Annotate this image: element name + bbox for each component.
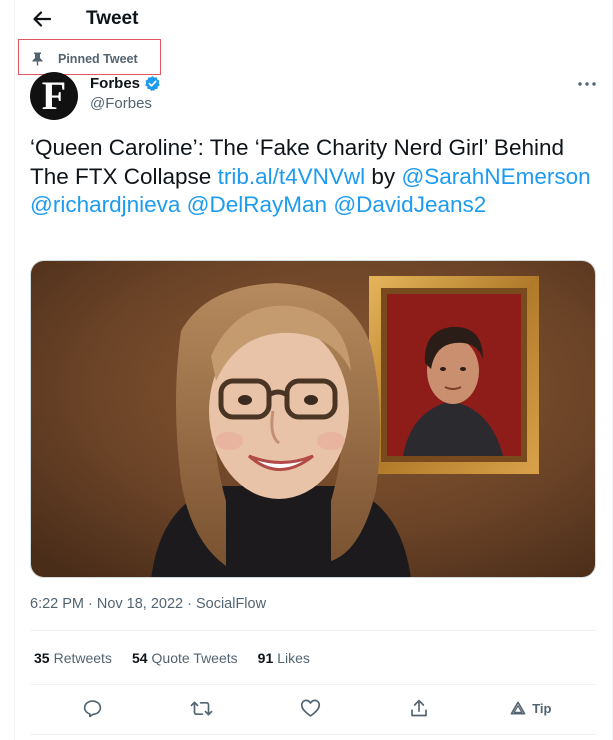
retweets-count: 35 bbox=[34, 650, 50, 666]
like-button[interactable] bbox=[292, 692, 328, 724]
author-info: Forbes @Forbes bbox=[90, 75, 161, 112]
tweet-actions-bar: Tip bbox=[30, 692, 596, 724]
reply-icon bbox=[83, 699, 102, 717]
mention-link[interactable]: @DavidJeans2 bbox=[333, 192, 486, 217]
divider bbox=[30, 630, 596, 631]
reply-button[interactable] bbox=[74, 692, 110, 724]
divider bbox=[30, 734, 596, 735]
retweets-label: Retweets bbox=[53, 650, 112, 666]
page-title: Tweet bbox=[86, 8, 139, 29]
verified-badge-icon bbox=[144, 75, 161, 92]
tip-icon bbox=[510, 701, 526, 715]
pinned-tweet-label: Pinned Tweet bbox=[58, 52, 138, 66]
tweet-time[interactable]: 6:22 PM bbox=[30, 596, 84, 612]
tweet-timestamp-row: 6:22 PM · Nov 18, 2022 · SocialFlow bbox=[30, 596, 266, 612]
author-handle[interactable]: @Forbes bbox=[90, 95, 161, 112]
portrait-frame bbox=[369, 276, 539, 474]
retweet-button[interactable] bbox=[183, 692, 219, 724]
back-button[interactable] bbox=[25, 2, 59, 36]
tweet-source[interactable]: SocialFlow bbox=[196, 596, 266, 612]
author-name[interactable]: Forbes bbox=[90, 75, 140, 92]
likes-count: 91 bbox=[257, 650, 274, 666]
separator-dot: · bbox=[88, 596, 93, 612]
retweet-icon bbox=[190, 701, 213, 715]
top-bar: Tweet bbox=[14, 0, 612, 38]
share-icon bbox=[411, 699, 428, 716]
likes-stat[interactable]: 91 Likes bbox=[258, 650, 310, 666]
mention-link[interactable]: @DelRayMan bbox=[187, 192, 327, 217]
tweet-date[interactable]: Nov 18, 2022 bbox=[97, 596, 183, 612]
avatar-letter: F bbox=[41, 73, 67, 118]
tweet-stats: 35 Retweets 54 Quote Tweets 91 Likes bbox=[34, 650, 330, 666]
pin-icon bbox=[32, 51, 46, 67]
arrow-left-icon bbox=[33, 11, 51, 27]
tweet-text: ‘Queen Caroline’: The ‘Fake Charity Nerd… bbox=[30, 134, 595, 220]
tip-label: Tip bbox=[532, 700, 552, 716]
likes-label: Likes bbox=[277, 650, 310, 666]
share-button[interactable] bbox=[401, 692, 437, 724]
quote-tweets-label: Quote Tweets bbox=[151, 650, 238, 666]
tip-button[interactable]: Tip bbox=[510, 701, 551, 716]
quote-tweets-count: 54 bbox=[131, 650, 148, 666]
divider bbox=[30, 684, 596, 685]
quote-tweets-stat[interactable]: 54 Quote Tweets bbox=[132, 650, 238, 666]
avatar[interactable]: F bbox=[30, 72, 78, 120]
tweet-by-text: by bbox=[371, 163, 396, 189]
more-dots-icon bbox=[578, 82, 596, 86]
separator-dot: · bbox=[187, 596, 192, 612]
heart-icon bbox=[300, 699, 320, 717]
more-options-button[interactable] bbox=[574, 74, 600, 94]
mention-link[interactable]: @richardjnieva bbox=[30, 192, 180, 217]
pinned-tweet-indicator: Pinned Tweet bbox=[32, 51, 138, 67]
retweets-stat[interactable]: 35 Retweets bbox=[34, 650, 112, 666]
tweet-link[interactable]: trib.al/t4VNVwl bbox=[218, 164, 366, 189]
tweet-media-image[interactable] bbox=[30, 260, 596, 578]
mention-link[interactable]: @SarahNEmerson bbox=[401, 164, 590, 189]
